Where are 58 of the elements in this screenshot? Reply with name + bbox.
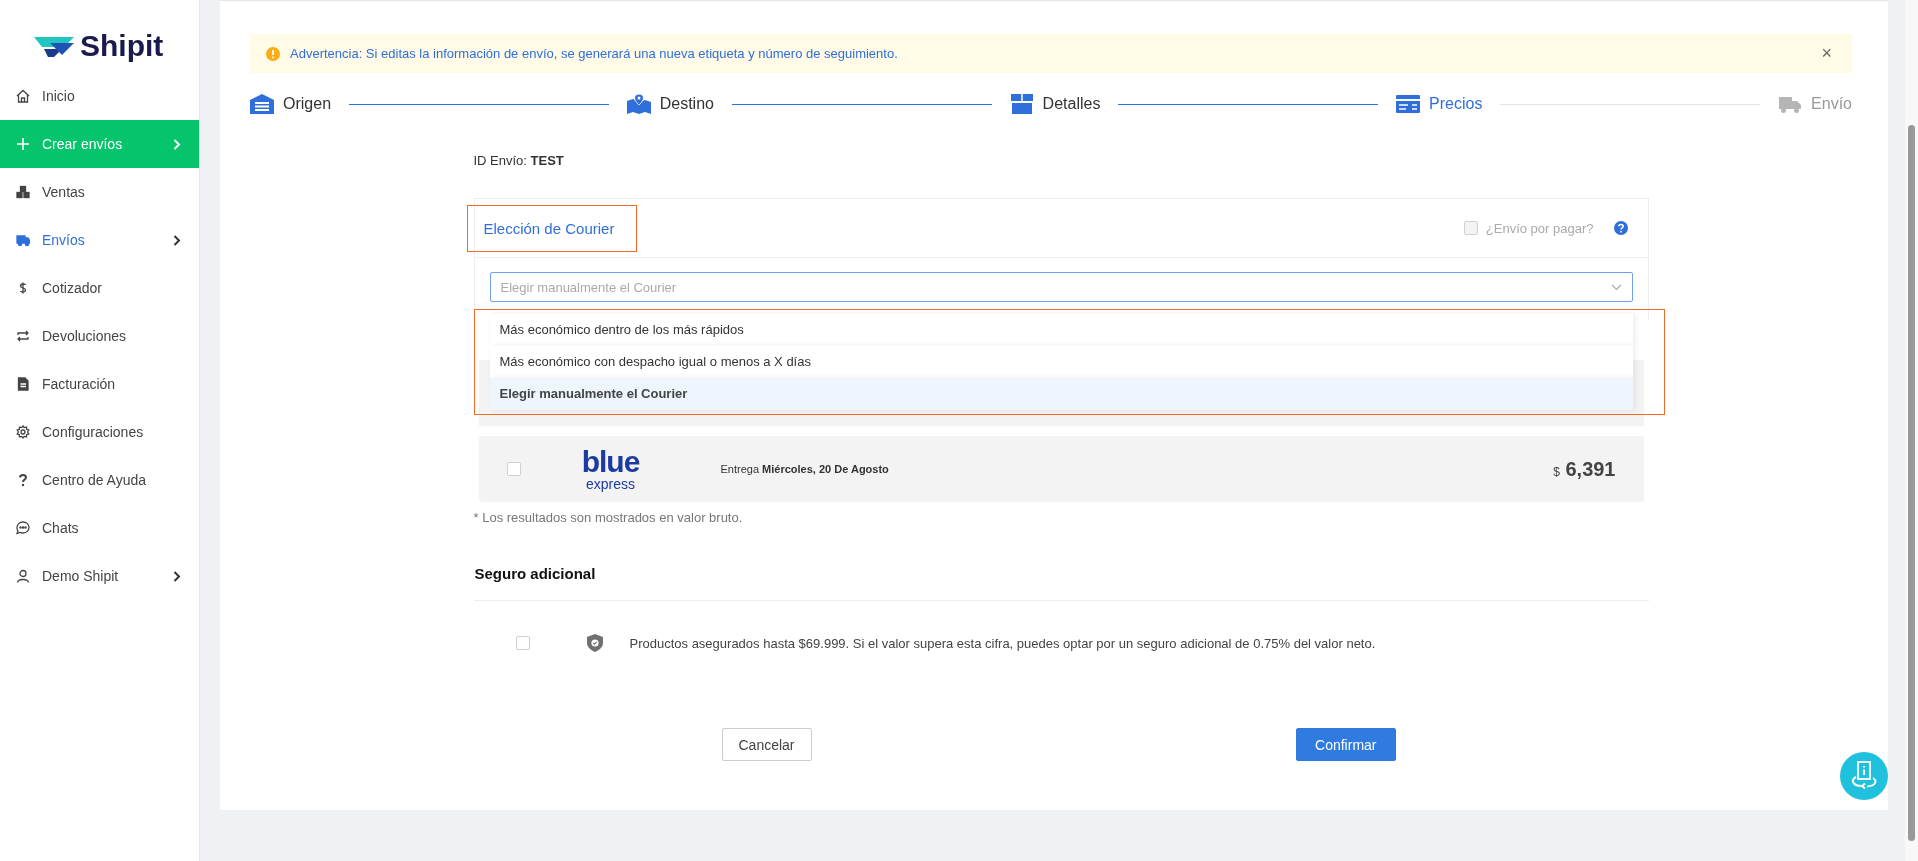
step: Detalles — [1009, 93, 1101, 115]
shield-icon — [586, 634, 603, 652]
help-widget-button[interactable] — [1840, 752, 1888, 800]
sidebar-item[interactable]: Ventas — [0, 168, 199, 216]
swap-icon — [16, 329, 30, 343]
sidebar-item[interactable]: Chats — [0, 504, 199, 552]
info-rotate-icon — [1849, 760, 1879, 792]
confirm-button[interactable]: Confirmar — [1296, 728, 1396, 761]
sidebar-item[interactable]: Envíos — [0, 216, 199, 264]
courier-logo: blue express — [580, 447, 641, 491]
shipit-logo-icon — [34, 35, 76, 57]
sidebar-item[interactable]: Cotizador — [0, 264, 199, 312]
sidebar-item[interactable]: Configuraciones — [0, 408, 199, 456]
dropdown-option[interactable]: Más económico dentro de los más rápidos — [489, 314, 1633, 346]
chevron-down-icon — [1610, 283, 1622, 291]
step: Precios — [1396, 93, 1483, 115]
sidebar-item[interactable]: Devoluciones — [0, 312, 199, 360]
step: Destino — [626, 93, 714, 115]
section-title: Elección de Courier — [466, 204, 638, 252]
question-icon — [16, 473, 30, 487]
help-icon[interactable] — [1613, 221, 1628, 235]
step: Envío — [1778, 93, 1852, 115]
insurance-text: Productos asegurados hasta $69.999. Si el valor supera esta cifra, puedes optar por un seguro adicional de 0.75% del valor neto. — [629, 635, 1376, 651]
cancel-button[interactable]: Cancelar — [721, 728, 812, 761]
warning-text: Advertencia: Si editas la información de envío, se generará una nueva etiqueta y número de seguimiento. — [290, 46, 899, 61]
dropdown-option[interactable]: Más económico con despacho igual o menos a X días — [489, 346, 1633, 378]
delivery-date: Entrega Miércoles, 20 De Agosto — [720, 463, 890, 475]
brand-name: Shipit — [80, 29, 164, 63]
sidebar-item[interactable]: Demo Shipit — [0, 552, 199, 600]
price: $ 6,391 — [1553, 457, 1616, 481]
section-title: Seguro adicional — [473, 565, 1649, 601]
sidebar-item[interactable]: Inicio — [0, 72, 199, 120]
dropdown-option[interactable]: Elegir manualmente el Courier — [489, 378, 1633, 410]
step: Origen — [250, 93, 332, 115]
checkbox[interactable] — [515, 636, 530, 650]
checkbox-label: ¿Envío por pagar? — [1485, 220, 1594, 236]
card-icon — [1396, 93, 1421, 115]
user-icon — [16, 569, 30, 583]
warning-icon — [266, 46, 280, 61]
chat-icon — [16, 521, 30, 535]
shipment-id: ID Envío: TEST — [473, 153, 564, 168]
checkbox[interactable] — [506, 462, 521, 476]
sidebar-item[interactable]: Facturación — [0, 360, 199, 408]
gear-icon — [16, 425, 30, 439]
scrollbar[interactable] — [1905, 0, 1918, 861]
sidebar-item[interactable]: Centro de Ayuda — [0, 456, 199, 504]
warehouse-icon — [250, 93, 274, 115]
close-button[interactable]: × — [1817, 43, 1836, 64]
map-icon — [626, 93, 651, 115]
home-icon — [16, 89, 30, 103]
truck-icon — [16, 233, 30, 247]
plus-icon — [16, 137, 30, 151]
doc-icon — [16, 377, 30, 391]
courier-row[interactable]: blue express Entrega Miércoles, 20 De Agosto $ 6,391 — [478, 436, 1644, 502]
note-text: * Los resultados son mostrados en valor bruto. — [473, 510, 743, 525]
checkbox[interactable] — [1463, 221, 1478, 235]
boxes-icon — [16, 185, 30, 199]
box-icon — [1009, 93, 1034, 115]
